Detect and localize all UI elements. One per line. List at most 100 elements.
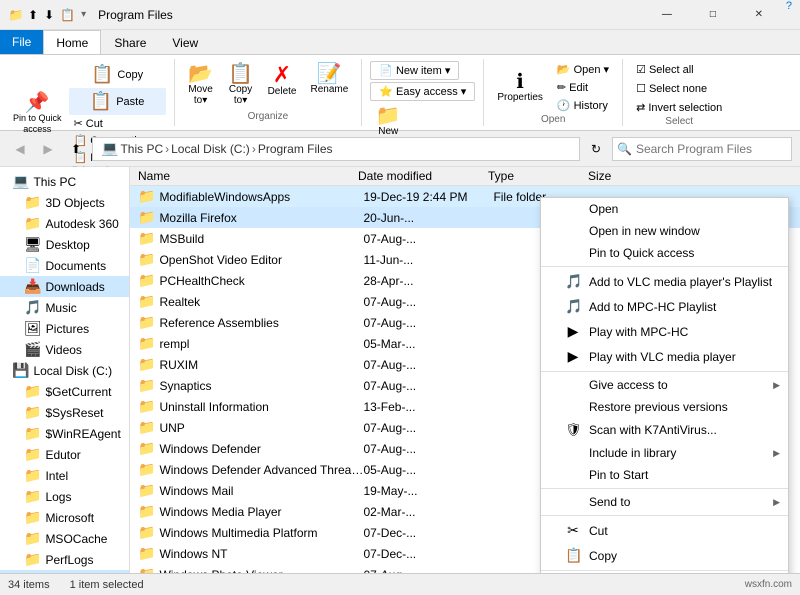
edit-button[interactable]: ✏ Edit: [552, 79, 614, 96]
delete-button[interactable]: ✗ Delete: [263, 61, 302, 100]
ctx-scan-k7[interactable]: 🛡 Scan with K7AntiVirus...: [541, 418, 788, 442]
ctx-open[interactable]: Open: [541, 198, 788, 220]
select-all-button[interactable]: ☑ Select all: [631, 61, 699, 78]
sidebar-item-3d-objects[interactable]: 📁 3D Objects: [0, 192, 129, 213]
open-group-content: ℹ Properties 📂 Open ▾ ✏ Edit 🕐 History: [492, 61, 614, 114]
tab-home[interactable]: Home: [43, 30, 101, 54]
sidebar-item-sysreset[interactable]: 📁 $SysReset: [0, 402, 129, 423]
close-button[interactable]: ✕: [736, 0, 782, 30]
open-top: ℹ Properties 📂 Open ▾ ✏ Edit 🕐 History: [492, 61, 614, 114]
col-header-name[interactable]: Name: [138, 169, 358, 183]
bc-program-files[interactable]: Program Files: [258, 142, 333, 156]
invert-selection-button[interactable]: ⇄ Invert selection: [631, 99, 727, 116]
history-button[interactable]: 🕐 History: [552, 97, 614, 114]
paste-label: Paste: [116, 96, 144, 108]
ctx-play-vlc[interactable]: ▶ Play with VLC media player: [541, 344, 788, 369]
minimize-button[interactable]: —: [644, 0, 690, 30]
file-name: Windows Multimedia Platform: [159, 526, 363, 540]
ctx-open-new-window[interactable]: Open in new window: [541, 220, 788, 242]
select-none-button[interactable]: ☐ Select none: [631, 80, 712, 97]
open-icon: 📂: [557, 63, 571, 76]
tab-file[interactable]: File: [0, 30, 43, 54]
sidebar-label-intel: Intel: [45, 469, 68, 483]
open-button[interactable]: 📂 Open ▾: [552, 61, 614, 78]
ctx-copy-label: Copy: [589, 549, 617, 563]
file-date: 07-Aug-...: [363, 232, 493, 246]
copy-to-button[interactable]: 📋 Copyto▾: [223, 61, 259, 109]
title-controls: — □ ✕ ?: [644, 0, 792, 30]
sidebar-item-desktop[interactable]: 🖥 Desktop: [0, 234, 129, 255]
file-list: Name Date modified Type Size 📁 Modifiabl…: [130, 167, 800, 573]
ctx-pin-start[interactable]: Pin to Start: [541, 464, 788, 486]
sidebar-item-perflogs[interactable]: 📁 PerfLogs: [0, 549, 129, 570]
sidebar-item-program-files[interactable]: 📁 Program Files: [0, 570, 129, 573]
sidebar-item-microsoft[interactable]: 📁 Microsoft: [0, 507, 129, 528]
sidebar-item-music[interactable]: 🎵 Music: [0, 297, 129, 318]
rename-button[interactable]: 📝 Rename: [305, 61, 353, 98]
file-icon: 📁: [138, 335, 155, 352]
address-input[interactable]: 💻 This PC › Local Disk (C:) › Program Fi…: [92, 137, 580, 161]
copy-to-icon: 📋: [228, 64, 253, 84]
copy-button[interactable]: 📋 Copy: [69, 61, 166, 88]
sidebar-item-documents[interactable]: 📄 Documents: [0, 255, 129, 276]
bc-this-pc[interactable]: This PC: [120, 142, 163, 156]
ctx-pin-quick-access[interactable]: Pin to Quick access: [541, 242, 788, 264]
new-item-button[interactable]: 📄 New item ▾: [370, 61, 459, 80]
ctx-restore-previous[interactable]: Restore previous versions: [541, 396, 788, 418]
file-date: 19-Dec-19 2:44 PM: [363, 190, 493, 204]
back-button[interactable]: ◀: [8, 137, 32, 161]
ctx-give-access[interactable]: Give access to: [541, 374, 788, 396]
cut-button[interactable]: ✂ Cut: [69, 115, 166, 132]
sidebar-item-local-disk[interactable]: 💾 Local Disk (C:): [0, 360, 129, 381]
sidebar-item-logs[interactable]: 📁 Logs: [0, 486, 129, 507]
paste-button[interactable]: 📋 Paste: [69, 88, 166, 115]
sidebar-item-getcurrent[interactable]: 📁 $GetCurrent: [0, 381, 129, 402]
search-box[interactable]: 🔍: [612, 137, 792, 161]
maximize-button[interactable]: □: [690, 0, 736, 30]
cut-label: Cut: [86, 118, 103, 130]
bc-sep-1: ›: [165, 142, 169, 156]
easy-access-button[interactable]: ⭐ Easy access ▾: [370, 82, 475, 101]
tab-share[interactable]: Share: [101, 30, 159, 54]
ctx-vlc-playlist[interactable]: 🎵 Add to VLC media player's Playlist: [541, 269, 788, 294]
ctx-play-mpc[interactable]: ▶ Play with MPC-HC: [541, 319, 788, 344]
sidebar-item-autodesk[interactable]: 📁 Autodesk 360: [0, 213, 129, 234]
sidebar-item-winreagent[interactable]: 📁 $WinREAgent: [0, 423, 129, 444]
move-to-button[interactable]: 📂 Moveto▾: [183, 61, 219, 109]
sidebar-item-intel[interactable]: 📁 Intel: [0, 465, 129, 486]
perflogs-icon: 📁: [24, 551, 41, 568]
ctx-send-to[interactable]: Send to: [541, 491, 788, 513]
tab-view[interactable]: View: [159, 30, 211, 54]
sidebar-item-edutor[interactable]: 📁 Edutor: [0, 444, 129, 465]
this-pc-sidebar-icon: 💻: [12, 173, 29, 190]
col-header-date[interactable]: Date modified: [358, 169, 488, 183]
file-date: 20-Jun-...: [363, 211, 493, 225]
col-header-type[interactable]: Type: [488, 169, 588, 183]
delete-icon: ✗: [273, 64, 291, 86]
ctx-mpc-playlist[interactable]: 🎵 Add to MPC-HC Playlist: [541, 294, 788, 319]
program-files-icon: 📁: [24, 572, 41, 573]
organize-group-content: 📂 Moveto▾ 📋 Copyto▾ ✗ Delete 📝 Rename: [183, 61, 354, 111]
sidebar-item-this-pc[interactable]: 💻 This PC: [0, 171, 129, 192]
file-date: 11-Jun-...: [363, 253, 493, 267]
sidebar-label-music: Music: [45, 301, 76, 315]
ctx-sep-2: [541, 371, 788, 372]
up-button[interactable]: ⬆: [64, 137, 88, 161]
sidebar-item-msocache[interactable]: 📁 MSOCache: [0, 528, 129, 549]
pictures-icon: 🖼: [24, 320, 42, 337]
ctx-cut[interactable]: ✂ Cut: [541, 518, 788, 543]
properties-button[interactable]: ℹ Properties: [492, 61, 548, 114]
help-button[interactable]: ?: [786, 0, 792, 30]
ctx-include-library[interactable]: Include in library: [541, 442, 788, 464]
search-input[interactable]: [636, 142, 791, 156]
forward-button[interactable]: ▶: [36, 137, 60, 161]
refresh-button[interactable]: ↻: [584, 137, 608, 161]
sidebar-item-pictures[interactable]: 🖼 Pictures: [0, 318, 129, 339]
sidebar-item-downloads[interactable]: 📥 Downloads: [0, 276, 129, 297]
ctx-copy[interactable]: 📋 Copy: [541, 543, 788, 568]
delete-label: Delete: [268, 86, 297, 97]
file-icon: 📁: [138, 545, 155, 562]
col-header-size[interactable]: Size: [588, 169, 668, 183]
sidebar-item-videos[interactable]: 🎬 Videos: [0, 339, 129, 360]
bc-local-disk[interactable]: Local Disk (C:): [171, 142, 250, 156]
